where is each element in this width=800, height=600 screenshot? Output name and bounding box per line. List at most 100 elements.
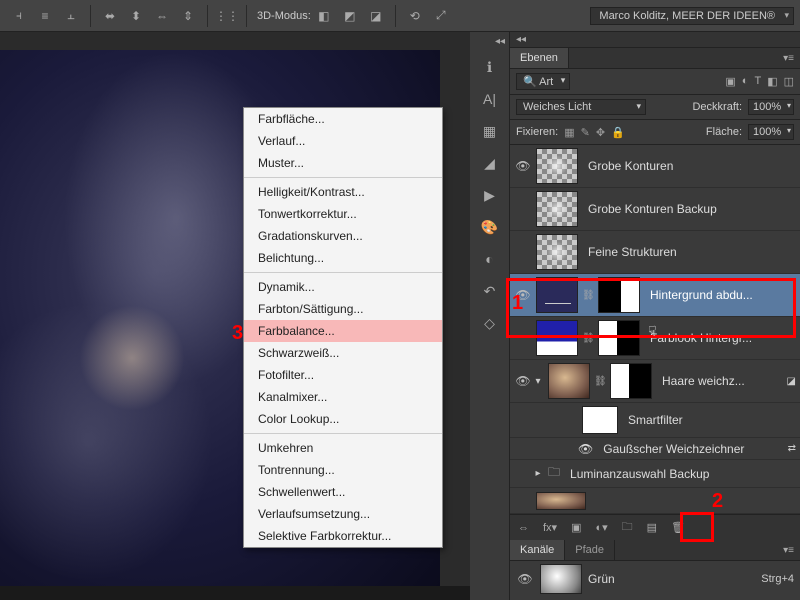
- layer-row-selected[interactable]: 👁 ⛓ Hintergrund abdu...: [510, 274, 800, 317]
- brush-panel-icon[interactable]: ◢: [476, 151, 504, 175]
- menu-item[interactable]: Dynamik...: [244, 276, 442, 298]
- layer-name[interactable]: Grobe Konturen Backup: [588, 202, 796, 216]
- actions-panel-icon[interactable]: ▶: [476, 183, 504, 207]
- scale-icon[interactable]: ⤢: [431, 6, 451, 26]
- menu-item[interactable]: Umkehren: [244, 437, 442, 459]
- menu-item[interactable]: Verlauf...: [244, 130, 442, 152]
- adjustment-thumb[interactable]: [536, 277, 578, 313]
- visibility-icon[interactable]: 👁: [516, 572, 534, 586]
- layer-style-icon[interactable]: fx▾: [543, 521, 557, 534]
- fill-input[interactable]: 100%: [748, 124, 794, 140]
- adjust-panel-icon[interactable]: ◐: [476, 247, 504, 271]
- layer-thumb[interactable]: [536, 234, 578, 270]
- panel-menu-icon[interactable]: ▾≡: [777, 51, 800, 66]
- mode-b-icon[interactable]: ◩: [340, 6, 360, 26]
- collapse-right-icon[interactable]: ◂◂: [510, 32, 532, 47]
- align-right-icon[interactable]: ⫠: [61, 6, 81, 26]
- layer-row[interactable]: 👁 Grobe Konturen: [510, 145, 800, 188]
- tab-channels[interactable]: Kanäle: [510, 540, 565, 560]
- history-panel-icon[interactable]: ↶: [476, 279, 504, 303]
- filter-item-row[interactable]: 👁 Gaußscher Weichzeichner ⇄: [510, 438, 800, 460]
- menu-item[interactable]: Schwellenwert...: [244, 481, 442, 503]
- align-left-icon[interactable]: ⫞: [9, 6, 29, 26]
- new-layer-icon[interactable]: ▤: [647, 521, 657, 534]
- tab-paths[interactable]: Pfade: [565, 540, 615, 560]
- mask-thumb[interactable]: [598, 320, 640, 356]
- layer-filter-select[interactable]: 🔍 Art: [516, 73, 570, 90]
- workspace-selector[interactable]: Marco Kolditz, MEER DER IDEEN®: [590, 7, 794, 25]
- delete-layer-icon[interactable]: 🗑: [671, 521, 685, 534]
- layer-mask-icon[interactable]: ▣: [571, 521, 581, 534]
- channel-row[interactable]: 👁 Grün Strg+4: [510, 561, 800, 597]
- distribute-h-icon[interactable]: ⬌: [100, 6, 120, 26]
- group-row[interactable]: ▸ 🗀 Luminanzauswahl Backup: [510, 460, 800, 488]
- opacity-input[interactable]: 100%: [748, 99, 794, 115]
- layer-row[interactable]: Grobe Konturen Backup: [510, 188, 800, 231]
- layer-row[interactable]: 👁 ▾ ⛓ Haare weichz... ◪: [510, 360, 800, 403]
- filter-name[interactable]: Gaußscher Weichzeichner: [603, 442, 783, 456]
- menu-item[interactable]: Helligkeit/Kontrast...: [244, 181, 442, 203]
- filter-type-icon[interactable]: T: [754, 75, 761, 88]
- filter-options-icon[interactable]: ⇄: [788, 443, 796, 454]
- link-icon[interactable]: ⛓: [582, 290, 594, 301]
- filter-mask-thumb[interactable]: [582, 406, 618, 434]
- distribute-sp2-icon[interactable]: ⇕: [178, 6, 198, 26]
- menu-item[interactable]: Gradationskurven...: [244, 225, 442, 247]
- adjustment-thumb[interactable]: [536, 320, 578, 356]
- layer-thumb[interactable]: [536, 191, 578, 227]
- visibility-icon[interactable]: 👁: [578, 442, 593, 456]
- channel-name[interactable]: Grün: [588, 572, 615, 586]
- adjustment-layer-icon[interactable]: ◐▾: [595, 521, 607, 534]
- link-icon[interactable]: ⛓: [582, 333, 594, 344]
- mask-thumb[interactable]: [598, 277, 640, 313]
- lock-pixels-icon[interactable]: ✎: [581, 126, 590, 139]
- mode-c-icon[interactable]: ◪: [366, 6, 386, 26]
- menu-item[interactable]: Belichtung...: [244, 247, 442, 269]
- link-icon[interactable]: ⛓: [594, 376, 606, 387]
- layer-name[interactable]: Hintergrund abdu...: [650, 288, 796, 302]
- layer-name[interactable]: Farblook Hintergr...: [650, 331, 796, 345]
- menu-item[interactable]: Schwarzweiß...: [244, 342, 442, 364]
- group-name[interactable]: Luminanzauswahl Backup: [570, 467, 796, 481]
- layer-thumb[interactable]: [536, 492, 586, 510]
- menu-item[interactable]: Farbbalance...: [244, 320, 442, 342]
- lock-position-icon[interactable]: ✥: [596, 126, 605, 139]
- menu-item[interactable]: Kanalmixer...: [244, 386, 442, 408]
- orbit-icon[interactable]: ⟲: [405, 6, 425, 26]
- group-icon[interactable]: 🗀: [622, 518, 633, 537]
- blend-mode-select[interactable]: Weiches Licht: [516, 99, 646, 115]
- align-center-icon[interactable]: ≡: [35, 6, 55, 26]
- mask-thumb[interactable]: [610, 363, 652, 399]
- menu-item[interactable]: Muster...: [244, 152, 442, 174]
- panel-menu-icon[interactable]: ▾≡: [777, 543, 800, 558]
- more-icon[interactable]: ⋮⋮: [217, 6, 237, 26]
- lock-transparency-icon[interactable]: ▦: [564, 126, 574, 139]
- color-panel-icon[interactable]: 🎨: [476, 215, 504, 239]
- menu-item[interactable]: Farbfläche...: [244, 108, 442, 130]
- expand-icon[interactable]: ▾: [532, 376, 544, 387]
- menu-item[interactable]: Farbton/Sättigung...: [244, 298, 442, 320]
- channel-thumb[interactable]: [540, 564, 582, 594]
- menu-item[interactable]: Tonwertkorrektur...: [244, 203, 442, 225]
- visibility-icon[interactable]: 👁: [514, 288, 532, 302]
- layer-row[interactable]: Feine Strukturen: [510, 231, 800, 274]
- menu-item[interactable]: Color Lookup...: [244, 408, 442, 430]
- layer-name[interactable]: Grobe Konturen: [588, 159, 796, 173]
- menu-item[interactable]: Selektive Farbkorrektur...: [244, 525, 442, 547]
- layer-thumb[interactable]: [536, 148, 578, 184]
- layer-name[interactable]: Haare weichz...: [662, 374, 783, 388]
- link-layers-icon[interactable]: ⇔: [518, 522, 529, 534]
- menu-item[interactable]: Fotofilter...: [244, 364, 442, 386]
- layer-row[interactable]: [510, 488, 800, 514]
- distribute-sp-icon[interactable]: ⇔: [152, 6, 172, 26]
- info-panel-icon[interactable]: ℹ: [476, 55, 504, 79]
- smartfilter-row[interactable]: Smartfilter: [510, 403, 800, 438]
- menu-item[interactable]: Verlaufsumsetzung...: [244, 503, 442, 525]
- visibility-icon[interactable]: 👁: [514, 374, 532, 388]
- mode-a-icon[interactable]: ◧: [314, 6, 334, 26]
- filter-adjust-icon[interactable]: ◐: [742, 75, 749, 88]
- swatches-panel-icon[interactable]: ▦: [476, 119, 504, 143]
- filter-smart-icon[interactable]: ◫: [784, 75, 794, 88]
- expand-icon[interactable]: ▸: [532, 468, 544, 479]
- filter-shape-icon[interactable]: ◧: [767, 75, 777, 88]
